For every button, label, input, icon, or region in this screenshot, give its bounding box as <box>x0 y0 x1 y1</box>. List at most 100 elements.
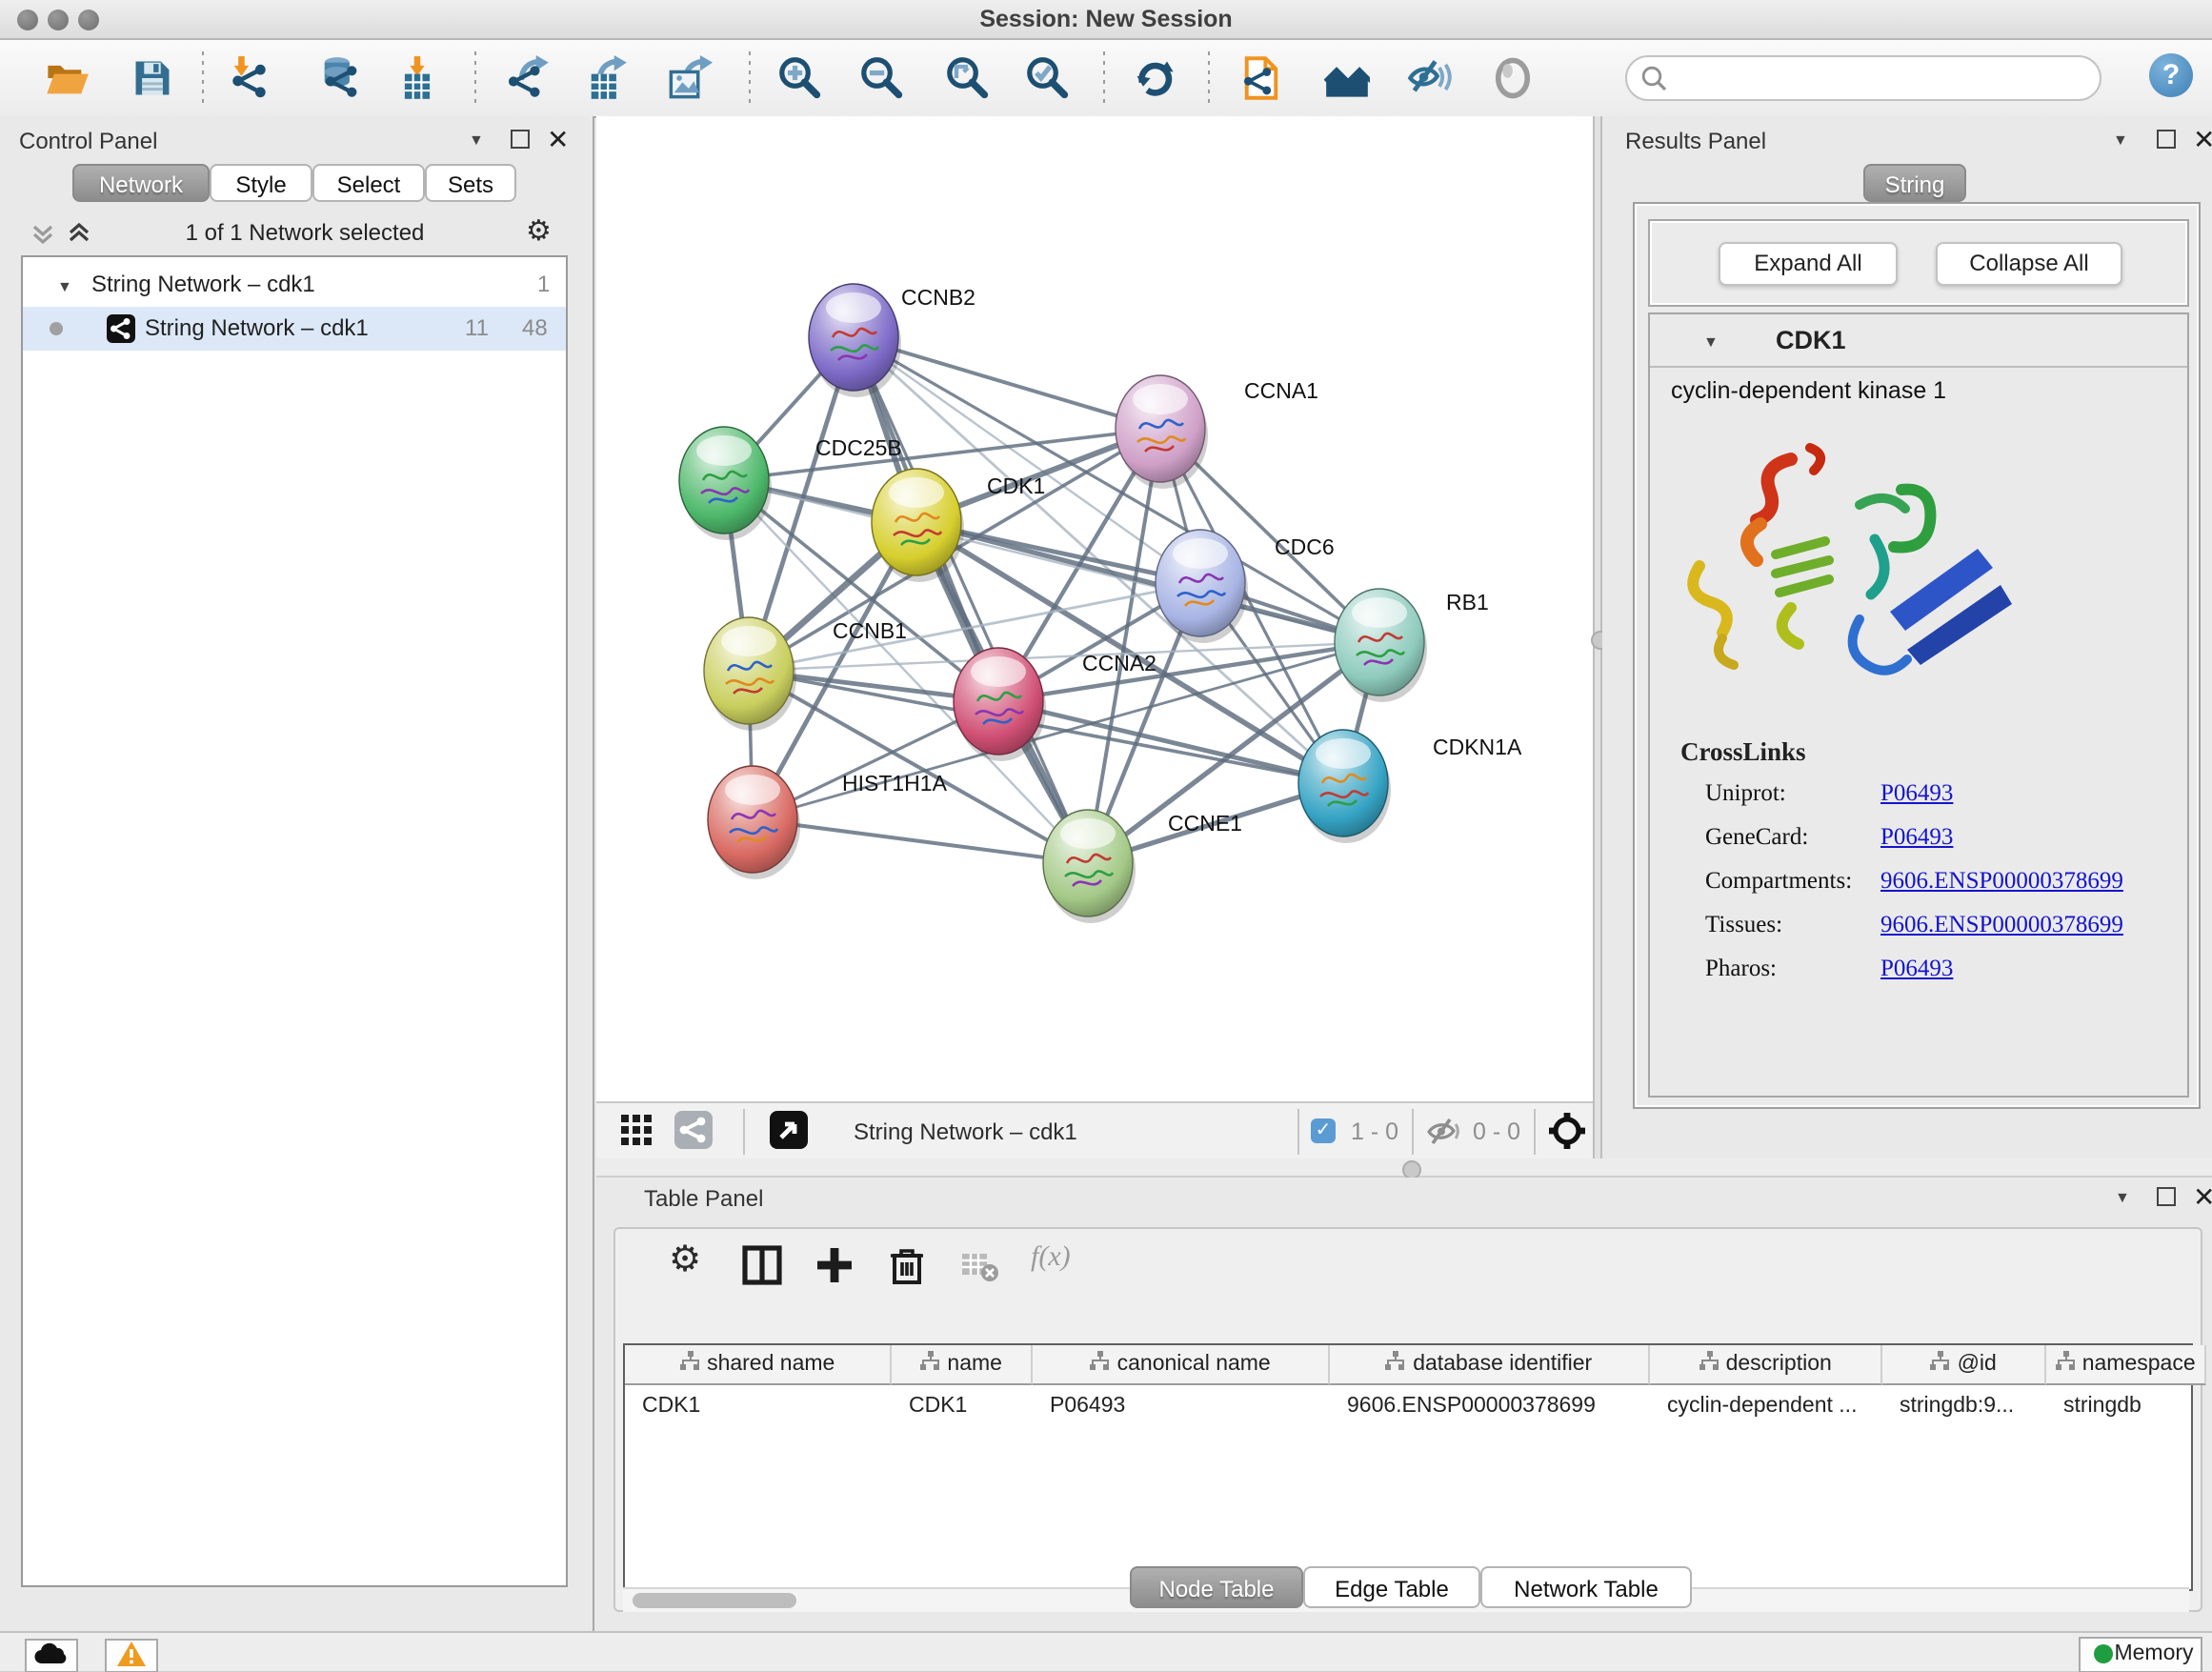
crosslink-link[interactable]: 9606.ENSP00000378699 <box>1880 911 2123 939</box>
tab-sets[interactable]: Sets <box>425 164 516 202</box>
table-cell[interactable]: stringdb:9... <box>1882 1385 2046 1427</box>
export-table-icon[interactable] <box>583 55 629 101</box>
memory-button[interactable]: Memory <box>2079 1636 2202 1672</box>
zoom-fit-content-icon[interactable] <box>945 55 991 101</box>
zoom-out-icon[interactable] <box>859 55 905 101</box>
tab-string[interactable]: String <box>1863 164 1966 202</box>
crosslink-link[interactable]: P06493 <box>1880 955 1953 983</box>
table-settings-gear-icon[interactable]: ⚙ <box>669 1239 711 1280</box>
crosslink-link[interactable]: 9606.ENSP00000378699 <box>1880 867 2123 896</box>
expand-all-networks-icon[interactable] <box>67 221 91 246</box>
open-session-icon[interactable] <box>44 55 90 101</box>
results-panel-title: Results Panel <box>1625 128 1766 154</box>
refresh-view-icon[interactable] <box>1132 55 1177 101</box>
return-to-gallery-icon[interactable] <box>1324 55 1370 101</box>
column-header-namespace[interactable]: namespace <box>2046 1345 2206 1385</box>
column-header-description[interactable]: description <box>1650 1345 1882 1385</box>
table-panel-menu-icon[interactable]: ▼ <box>2115 1189 2130 1206</box>
zoom-in-icon[interactable] <box>777 55 823 101</box>
help-button[interactable]: ? <box>2149 53 2193 97</box>
selected-nodes-checkbox[interactable]: ✓ <box>1311 1118 1336 1143</box>
control-panel-menu-icon[interactable]: ▼ <box>469 131 484 149</box>
column-header-shared-name[interactable]: shared name <box>625 1345 892 1385</box>
share-document-icon[interactable] <box>1238 55 1284 101</box>
string-app-icon[interactable] <box>674 1111 713 1149</box>
node-CDKN1A[interactable]: CDKN1A <box>1298 730 1522 843</box>
delete-table-icon[interactable] <box>958 1244 1000 1286</box>
tab-edge-table[interactable]: Edge Table <box>1303 1566 1480 1608</box>
table-cell[interactable]: 9606.ENSP00000378699 <box>1330 1385 1650 1427</box>
control-panel-float-icon[interactable] <box>511 130 530 149</box>
node-CCNA1[interactable]: CCNA1 <box>1116 375 1318 489</box>
network-canvas[interactable]: CCNB2 CCNA1 CDC25BCDK1 CDC6RB1 CCNB1 CCNA2 CDK… <box>596 116 1593 1101</box>
control-panel-title: Control Panel <box>19 128 157 154</box>
reposition-crosshair-icon[interactable] <box>1547 1111 1587 1151</box>
column-header--id[interactable]: @id <box>1882 1345 2046 1385</box>
node-CCNB1[interactable]: CCNB1 <box>704 617 907 731</box>
cloud-status-button[interactable] <box>25 1638 78 1672</box>
import-network-from-file-icon[interactable] <box>225 55 271 101</box>
node-CDK1[interactable]: CDK1 <box>872 469 1045 582</box>
node-CDC6[interactable]: CDC6 <box>1156 530 1335 643</box>
table-cell[interactable]: CDK1 <box>892 1385 1033 1427</box>
node-RB1[interactable]: RB1 <box>1335 589 1489 702</box>
results-panel-menu-icon[interactable]: ▼ <box>2113 131 2128 149</box>
tab-node-table[interactable]: Node Table <box>1130 1566 1303 1608</box>
create-column-plus-icon[interactable] <box>814 1244 855 1286</box>
node-CDC25B[interactable]: CDC25B <box>679 427 902 540</box>
node-label-CCNB2: CCNB2 <box>901 285 975 310</box>
save-session-icon[interactable] <box>130 55 175 101</box>
collapse-all-button[interactable]: Collapse All <box>1936 242 2122 286</box>
table-cell[interactable]: cyclin-dependent ... <box>1650 1385 1882 1427</box>
network-options-gear-icon[interactable]: ⚙ <box>526 213 552 248</box>
edge-CCNA2-CDKN1A[interactable] <box>998 701 1343 783</box>
warnings-button[interactable] <box>105 1638 158 1672</box>
tab-style[interactable]: Style <box>210 164 312 202</box>
table-panel-float-icon[interactable] <box>2157 1187 2176 1206</box>
table-cell[interactable]: P06493 <box>1033 1385 1330 1427</box>
birds-eye-view-icon[interactable] <box>770 1111 808 1149</box>
collection-expand-icon[interactable]: ▼ <box>57 265 72 309</box>
network-row-selected[interactable]: String Network – cdk1 11 48 <box>23 307 566 351</box>
show-columns-icon[interactable] <box>741 1244 783 1286</box>
node-CCNE1[interactable]: CCNE1 <box>1043 810 1242 923</box>
collapse-all-networks-icon[interactable] <box>30 221 55 246</box>
grid-mode-icon[interactable] <box>621 1115 655 1149</box>
network-view-title: String Network – cdk1 <box>854 1103 1077 1160</box>
node-CCNA2[interactable]: CCNA2 <box>954 648 1156 761</box>
edge-HIST1H1A-CCNE1[interactable] <box>753 819 1088 863</box>
column-header-database-identifier[interactable]: database identifier <box>1330 1345 1650 1385</box>
entry-collapse-icon[interactable]: ▼ <box>1703 333 1719 351</box>
column-header-name[interactable]: name <box>892 1345 1033 1385</box>
delete-column-trash-icon[interactable] <box>886 1244 928 1286</box>
tab-network-table[interactable]: Network Table <box>1480 1566 1692 1608</box>
gene-entry-header[interactable]: ▼ CDK1 <box>1650 314 2187 368</box>
import-table-from-file-icon[interactable] <box>394 55 440 101</box>
column-header-canonical-name[interactable]: canonical name <box>1033 1345 1330 1385</box>
results-panel-close-icon[interactable]: ✕ <box>2193 130 2212 149</box>
hide-selected-icon[interactable] <box>1406 55 1452 101</box>
results-panel-float-icon[interactable] <box>2157 130 2176 149</box>
table-cell[interactable]: CDK1 <box>625 1385 892 1427</box>
tab-network[interactable]: Network <box>72 164 210 202</box>
network-collection-row[interactable]: ▼ String Network – cdk1 1 <box>23 263 566 307</box>
horizontal-splitter[interactable] <box>596 1158 2212 1178</box>
table-panel-close-icon[interactable]: ✕ <box>2193 1187 2212 1206</box>
crosslink-link[interactable]: P06493 <box>1880 823 1953 852</box>
search-input[interactable] <box>1625 55 2101 101</box>
zoom-selected-icon[interactable] <box>1025 55 1071 101</box>
import-network-from-database-icon[interactable] <box>316 55 362 101</box>
control-panel-close-icon[interactable]: ✕ <box>547 130 569 149</box>
show-hidden-icon[interactable] <box>1490 55 1536 101</box>
tab-select[interactable]: Select <box>312 164 425 202</box>
splitter-handle[interactable] <box>1402 1160 1421 1179</box>
expand-all-button[interactable]: Expand All <box>1719 242 1898 286</box>
crosslink-link[interactable]: P06493 <box>1880 779 1953 808</box>
function-builder-icon[interactable]: f(x) <box>1031 1242 1071 1275</box>
table-cell[interactable]: stringdb <box>2046 1385 2206 1427</box>
vertical-splitter[interactable] <box>1593 116 1602 1158</box>
export-image-icon[interactable] <box>667 55 713 101</box>
export-network-icon[interactable] <box>505 55 551 101</box>
node-CCNB2[interactable]: CCNB2 <box>809 284 975 397</box>
hidden-nodes-eye-icon[interactable] <box>1427 1117 1463 1147</box>
